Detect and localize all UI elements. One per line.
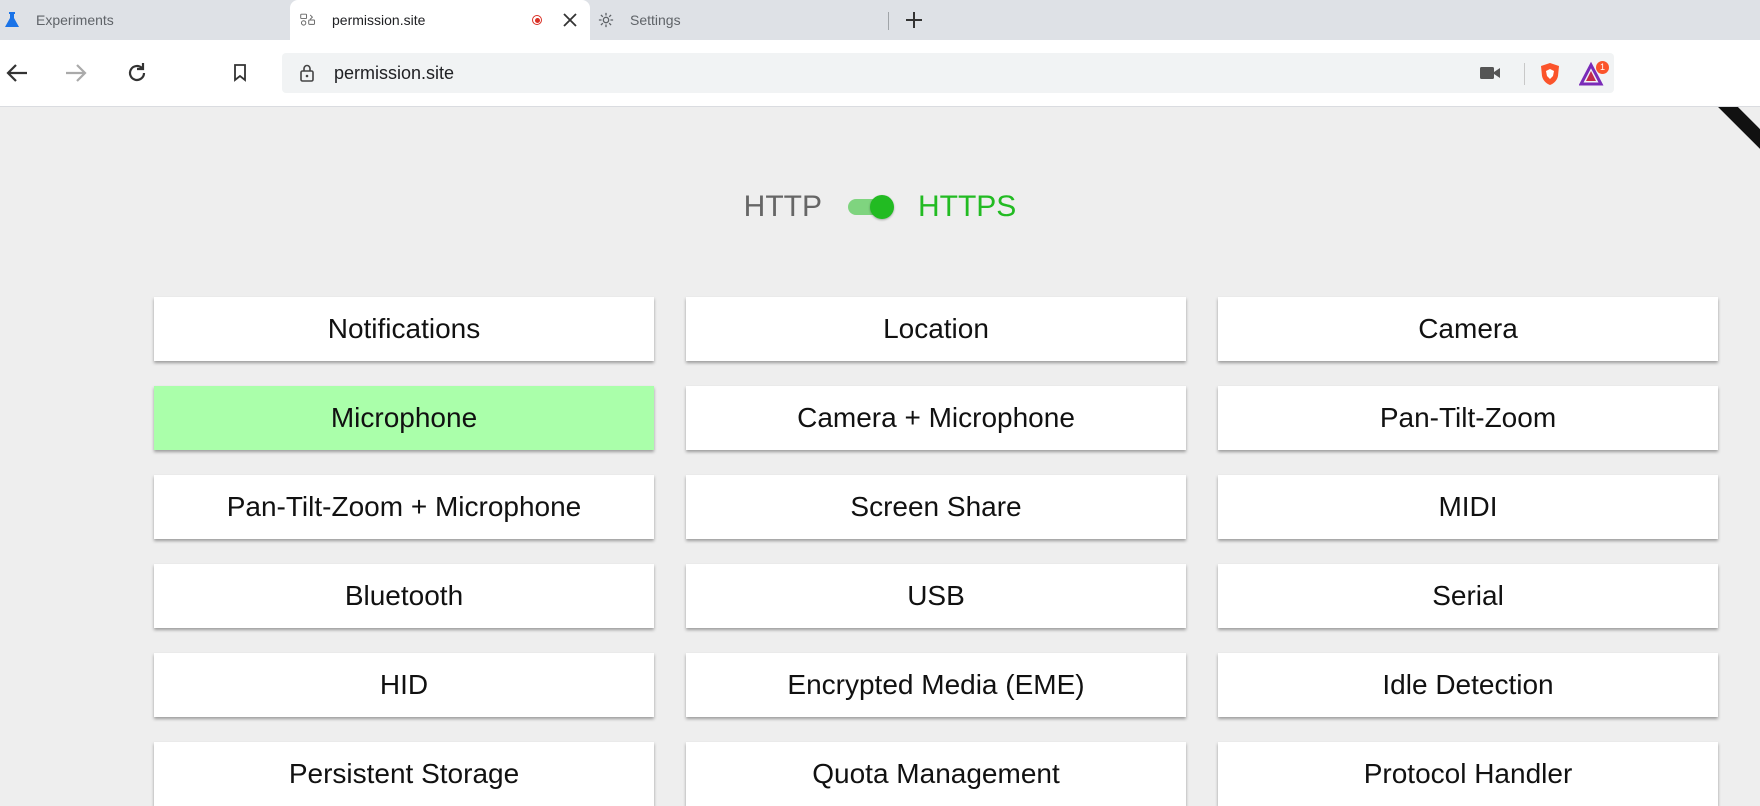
browser-toolbar: permission.site 1 [0,40,1760,107]
reload-icon [128,63,146,82]
flask-icon [4,12,20,28]
camera-microphone-button[interactable]: Camera + Microphone [686,386,1186,450]
tab-separator [888,12,889,30]
http-label[interactable]: HTTP [744,190,822,224]
video-camera-icon[interactable] [1479,63,1501,83]
midi-button[interactable]: MIDI [1218,475,1718,539]
brave-rewards-button[interactable]: 1 [1579,61,1609,87]
encrypted-media-button[interactable]: Encrypted Media (EME) [686,653,1186,717]
close-icon [563,13,577,27]
tab-settings-label: Settings [630,12,681,28]
brave-shields-icon[interactable] [1538,62,1562,86]
microphone-button[interactable]: Microphone [154,386,654,450]
https-label[interactable]: HTTPS [918,190,1016,224]
lock-icon[interactable] [299,64,315,82]
persistent-storage-button[interactable]: Persistent Storage [154,742,654,806]
serial-button[interactable]: Serial [1218,564,1718,628]
pan-tilt-zoom-button[interactable]: Pan-Tilt-Zoom [1218,386,1718,450]
rewards-badge: 1 [1596,61,1609,74]
site-icon [300,12,316,28]
back-button[interactable] [2,58,32,88]
tab-experiments[interactable]: Experiments [0,0,290,40]
hid-button[interactable]: HID [154,653,654,717]
forward-button[interactable] [61,58,91,88]
permission-grid: Notifications Location Camera Microphone… [154,297,1719,806]
location-button[interactable]: Location [686,297,1186,361]
switch-thumb [869,195,894,219]
omnibox-divider [1524,63,1525,85]
gear-icon [598,12,614,28]
address-bar[interactable]: permission.site 1 [282,53,1614,93]
protocol-toggle: HTTP HTTPS [0,187,1760,227]
pan-tilt-zoom-microphone-button[interactable]: Pan-Tilt-Zoom + Microphone [154,475,654,539]
bookmark-button[interactable] [225,58,255,88]
quota-management-button[interactable]: Quota Management [686,742,1186,806]
close-tab-button[interactable] [560,10,580,30]
new-tab-button[interactable] [900,6,928,34]
usb-button[interactable]: USB [686,564,1186,628]
plus-icon [906,12,922,28]
protocol-switch[interactable] [847,195,894,219]
arrow-right-icon [66,64,87,82]
arrow-left-icon [6,64,27,82]
tab-permission-site[interactable]: permission.site [290,0,590,40]
tab-strip: Experiments permission.site Settings [0,0,1760,40]
idle-detection-button[interactable]: Idle Detection [1218,653,1718,717]
screen-share-button[interactable]: Screen Share [686,475,1186,539]
bookmark-icon [234,64,246,82]
tab-experiments-label: Experiments [36,12,114,28]
recording-icon [532,15,542,25]
reload-button[interactable] [122,58,152,88]
tab-permission-site-label: permission.site [332,12,426,28]
bluetooth-button[interactable]: Bluetooth [154,564,654,628]
camera-button[interactable]: Camera [1218,297,1718,361]
notifications-button[interactable]: Notifications [154,297,654,361]
corner-ribbon[interactable] [1700,107,1760,167]
page-content: HTTP HTTPS Notifications Location Camera… [0,107,1760,806]
protocol-handler-button[interactable]: Protocol Handler [1218,742,1718,806]
address-text[interactable]: permission.site [334,63,454,84]
tab-settings[interactable]: Settings [596,0,888,40]
